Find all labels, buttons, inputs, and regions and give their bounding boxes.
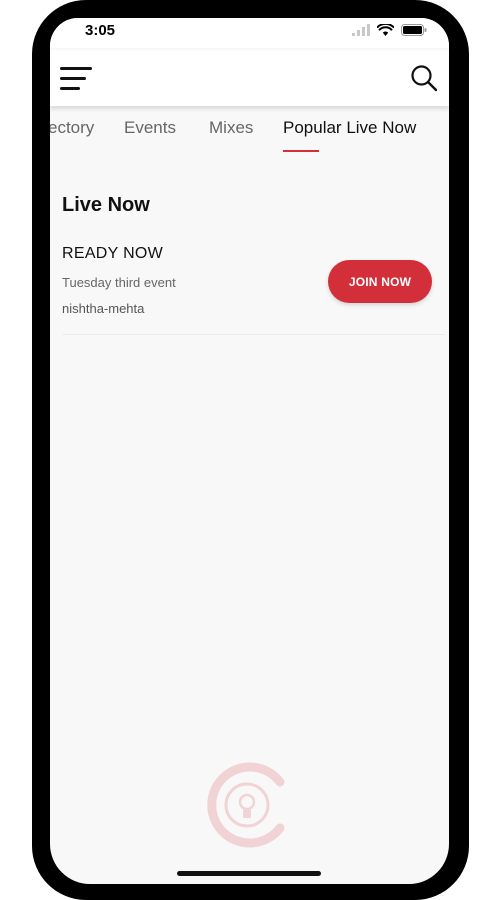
tab-events[interactable]: Events xyxy=(124,118,176,138)
brand-logo-icon xyxy=(207,762,285,848)
tab-popular-live-now[interactable]: Popular Live Now xyxy=(283,118,416,138)
status-icons xyxy=(352,24,427,36)
join-now-button[interactable]: JOIN NOW xyxy=(328,260,432,303)
list-item[interactable]: READY NOW Tuesday third event nishtha-me… xyxy=(62,240,445,335)
battery-icon xyxy=(401,24,427,36)
hamburger-menu-icon[interactable] xyxy=(60,64,96,94)
tab-directory[interactable]: ectory xyxy=(50,118,94,138)
category-tabs: ectory Events Mixes Popular Live Now xyxy=(50,114,449,158)
home-indicator[interactable] xyxy=(177,871,321,876)
search-icon[interactable] xyxy=(409,63,439,93)
active-tab-indicator xyxy=(283,150,319,152)
section-title: Live Now xyxy=(62,194,150,216)
tab-mixes[interactable]: Mixes xyxy=(209,118,253,138)
app-screen: 3:05 ectory Events Mixes Popular Live No… xyxy=(50,18,449,884)
event-subtitle: Tuesday third event xyxy=(62,275,176,290)
event-title: READY NOW xyxy=(62,245,164,262)
status-time: 3:05 xyxy=(85,22,116,39)
status-bar: 3:05 xyxy=(50,18,449,48)
app-header xyxy=(50,50,449,106)
signal-icon xyxy=(352,24,370,36)
event-host: nishtha-mehta xyxy=(62,301,145,316)
wifi-icon xyxy=(377,24,394,36)
